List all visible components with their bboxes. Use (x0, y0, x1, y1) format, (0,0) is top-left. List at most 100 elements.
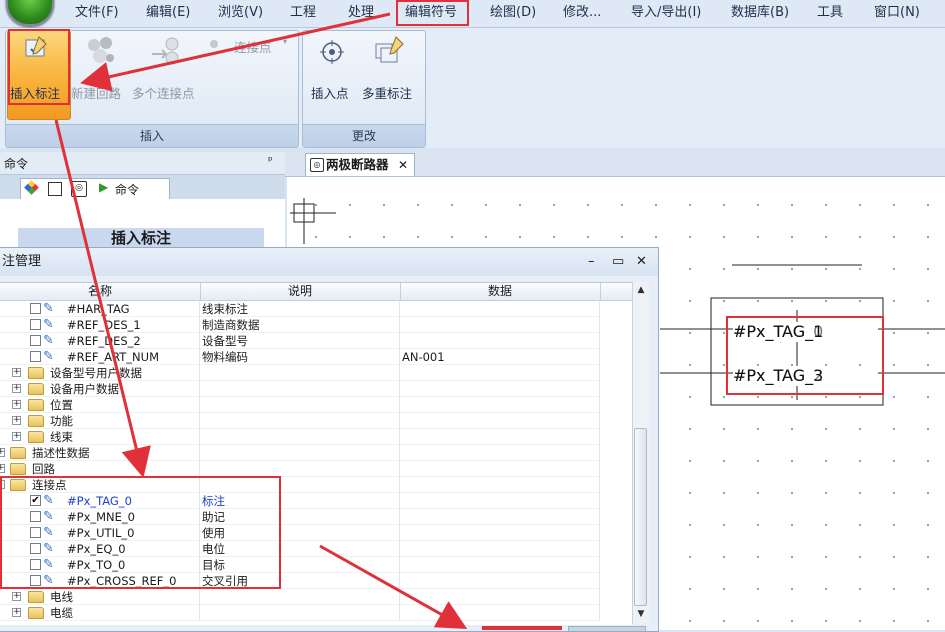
scroll-up-icon[interactable]: ▲ (633, 282, 649, 298)
insert-point-button[interactable]: 插入点 (311, 83, 349, 102)
minimize-button[interactable]: – (588, 248, 595, 276)
cell-data[interactable]: AN-001 (400, 349, 600, 365)
menu-item-10[interactable]: 工具 (817, 3, 843, 23)
cell-data[interactable] (400, 413, 600, 429)
scroll-down-icon[interactable]: ▼ (633, 606, 649, 622)
multi-connection-button[interactable]: 多个连接点 (132, 83, 195, 102)
tree-folder-row[interactable]: + 线束 (0, 429, 632, 445)
new-loop-button[interactable]: 新建回路 (71, 83, 121, 102)
menu-item-11[interactable]: 窗口(N) (874, 3, 920, 23)
tree-folder-row[interactable]: + 设备用户数据 (0, 381, 632, 397)
folder-icon (28, 383, 44, 395)
column-header-data[interactable]: 数据 (400, 283, 601, 300)
command-tab[interactable]: ◎ ▶ 命令 (20, 178, 170, 200)
cell-data[interactable] (400, 397, 600, 413)
cell-data[interactable] (400, 557, 600, 573)
tree-folder-row[interactable]: + 设备型号用户数据 (0, 365, 632, 381)
cell-name: + 回路 (0, 461, 200, 477)
expand-toggle-icon[interactable]: + (0, 448, 5, 457)
folder-icon (28, 415, 44, 427)
cell-data[interactable] (400, 461, 600, 477)
expand-toggle-icon[interactable]: + (12, 400, 21, 409)
menu-item-6[interactable]: 绘图(D) (490, 3, 536, 23)
expand-toggle-icon[interactable]: + (12, 416, 21, 425)
play-icon: ▶ (99, 180, 109, 194)
crosshair-cursor-icon (290, 198, 336, 244)
cell-data[interactable] (400, 477, 600, 493)
tree-folder-row[interactable]: + 描述性数据 (0, 445, 632, 461)
cell-data[interactable] (400, 573, 600, 589)
command-panel-header: 命令 ᵖ (0, 152, 285, 175)
tree-folder-row[interactable]: + 功能 (0, 413, 632, 429)
cell-data[interactable] (400, 589, 600, 605)
pencil-annotation-icon: ✎ (43, 333, 54, 348)
vertical-scrollbar[interactable]: ▲ ▼ (632, 282, 649, 624)
tree-folder-row[interactable]: + 电线 (0, 589, 632, 605)
cell-data[interactable] (400, 333, 600, 349)
cell-description (200, 397, 400, 413)
scroll-thumb[interactable] (634, 428, 647, 606)
column-header-description[interactable]: 说明 (200, 283, 401, 300)
menu-item-3[interactable]: 工程 (290, 3, 316, 23)
folder-icon (28, 431, 44, 443)
tree-folder-row[interactable]: + 回路 (0, 461, 632, 477)
menu-item-0[interactable]: 文件(F) (75, 3, 119, 23)
tree-folder-row[interactable]: + 位置 (0, 397, 632, 413)
folder-label: 设备型号用户数据 (50, 366, 142, 380)
tree-folder-row[interactable]: + 电缆 (0, 605, 632, 621)
pin-icon[interactable]: ᵖ (268, 154, 273, 167)
menu-item-4[interactable]: 处理 (348, 3, 374, 23)
document-tab[interactable]: ◎ 两极断路器 ✕ (305, 153, 415, 176)
expand-toggle-icon[interactable]: + (12, 384, 21, 393)
cell-data[interactable] (400, 605, 600, 621)
menu-item-8[interactable]: 导入/导出(I) (631, 3, 701, 23)
pencil-annotation-icon (25, 36, 47, 57)
cell-data[interactable] (400, 301, 600, 317)
menu-item-2[interactable]: 浏览(V) (218, 3, 263, 23)
expand-toggle-icon[interactable]: + (0, 464, 5, 473)
cell-data[interactable] (400, 365, 600, 381)
checkbox-icon[interactable] (30, 303, 41, 314)
restore-button[interactable]: ▭ (612, 248, 624, 276)
pencil-annotation-icon: ✎ (43, 349, 54, 364)
connection-point-icon (210, 40, 218, 48)
component-icon (24, 180, 39, 195)
tree-item-row[interactable]: ✎ #REF_DES_1 制造商数据 (0, 317, 632, 333)
expand-toggle-icon[interactable]: + (12, 368, 21, 377)
save-icon (48, 182, 62, 196)
cell-data[interactable] (400, 317, 600, 333)
cell-data[interactable] (400, 381, 600, 397)
checkbox-icon[interactable] (30, 335, 41, 346)
grid-header: 名称 说明 数据 (0, 283, 632, 301)
close-icon[interactable]: ✕ (398, 154, 408, 176)
cell-data[interactable] (400, 509, 600, 525)
cell-data[interactable] (400, 429, 600, 445)
description-text: 物料编码 (202, 350, 248, 364)
cell-data[interactable] (400, 541, 600, 557)
multi-annotation-button[interactable]: 多重标注 (362, 83, 412, 102)
expand-toggle-icon[interactable]: + (12, 432, 21, 441)
menu-item-9[interactable]: 数据库(B) (731, 3, 789, 23)
expand-toggle-icon[interactable]: + (12, 608, 21, 617)
tree-item-row[interactable]: ✎ #REF_DES_2 设备型号 (0, 333, 632, 349)
cell-data[interactable] (400, 445, 600, 461)
menu-bar (0, 0, 945, 28)
tree-item-row[interactable]: ✎ #HAR_TAG 线束标注 (0, 301, 632, 317)
cell-data[interactable] (400, 493, 600, 509)
document-tab-title: 两极断路器 (326, 157, 389, 172)
menu-item-1[interactable]: 编辑(E) (146, 3, 190, 23)
cell-data[interactable] (400, 525, 600, 541)
menu-item-7[interactable]: 修改... (563, 3, 601, 23)
checkbox-icon[interactable] (30, 319, 41, 330)
cell-description: 设备型号 (200, 333, 400, 349)
folder-label: 电线 (50, 590, 73, 604)
expand-toggle-icon[interactable]: + (12, 592, 21, 601)
checkbox-icon[interactable] (30, 351, 41, 362)
close-button[interactable]: ✕ (636, 248, 647, 276)
command-panel-tabs: ◎ ▶ 命令 (0, 175, 285, 200)
cell-description: 线束标注 (200, 301, 400, 317)
bottom-button[interactable] (568, 626, 646, 631)
connection-point-button[interactable]: 连接点 (234, 37, 272, 56)
column-header-name[interactable]: 名称 (0, 283, 201, 300)
tree-item-row[interactable]: ✎ #REF_ART_NUM 物料编码 AN-001 (0, 349, 632, 365)
